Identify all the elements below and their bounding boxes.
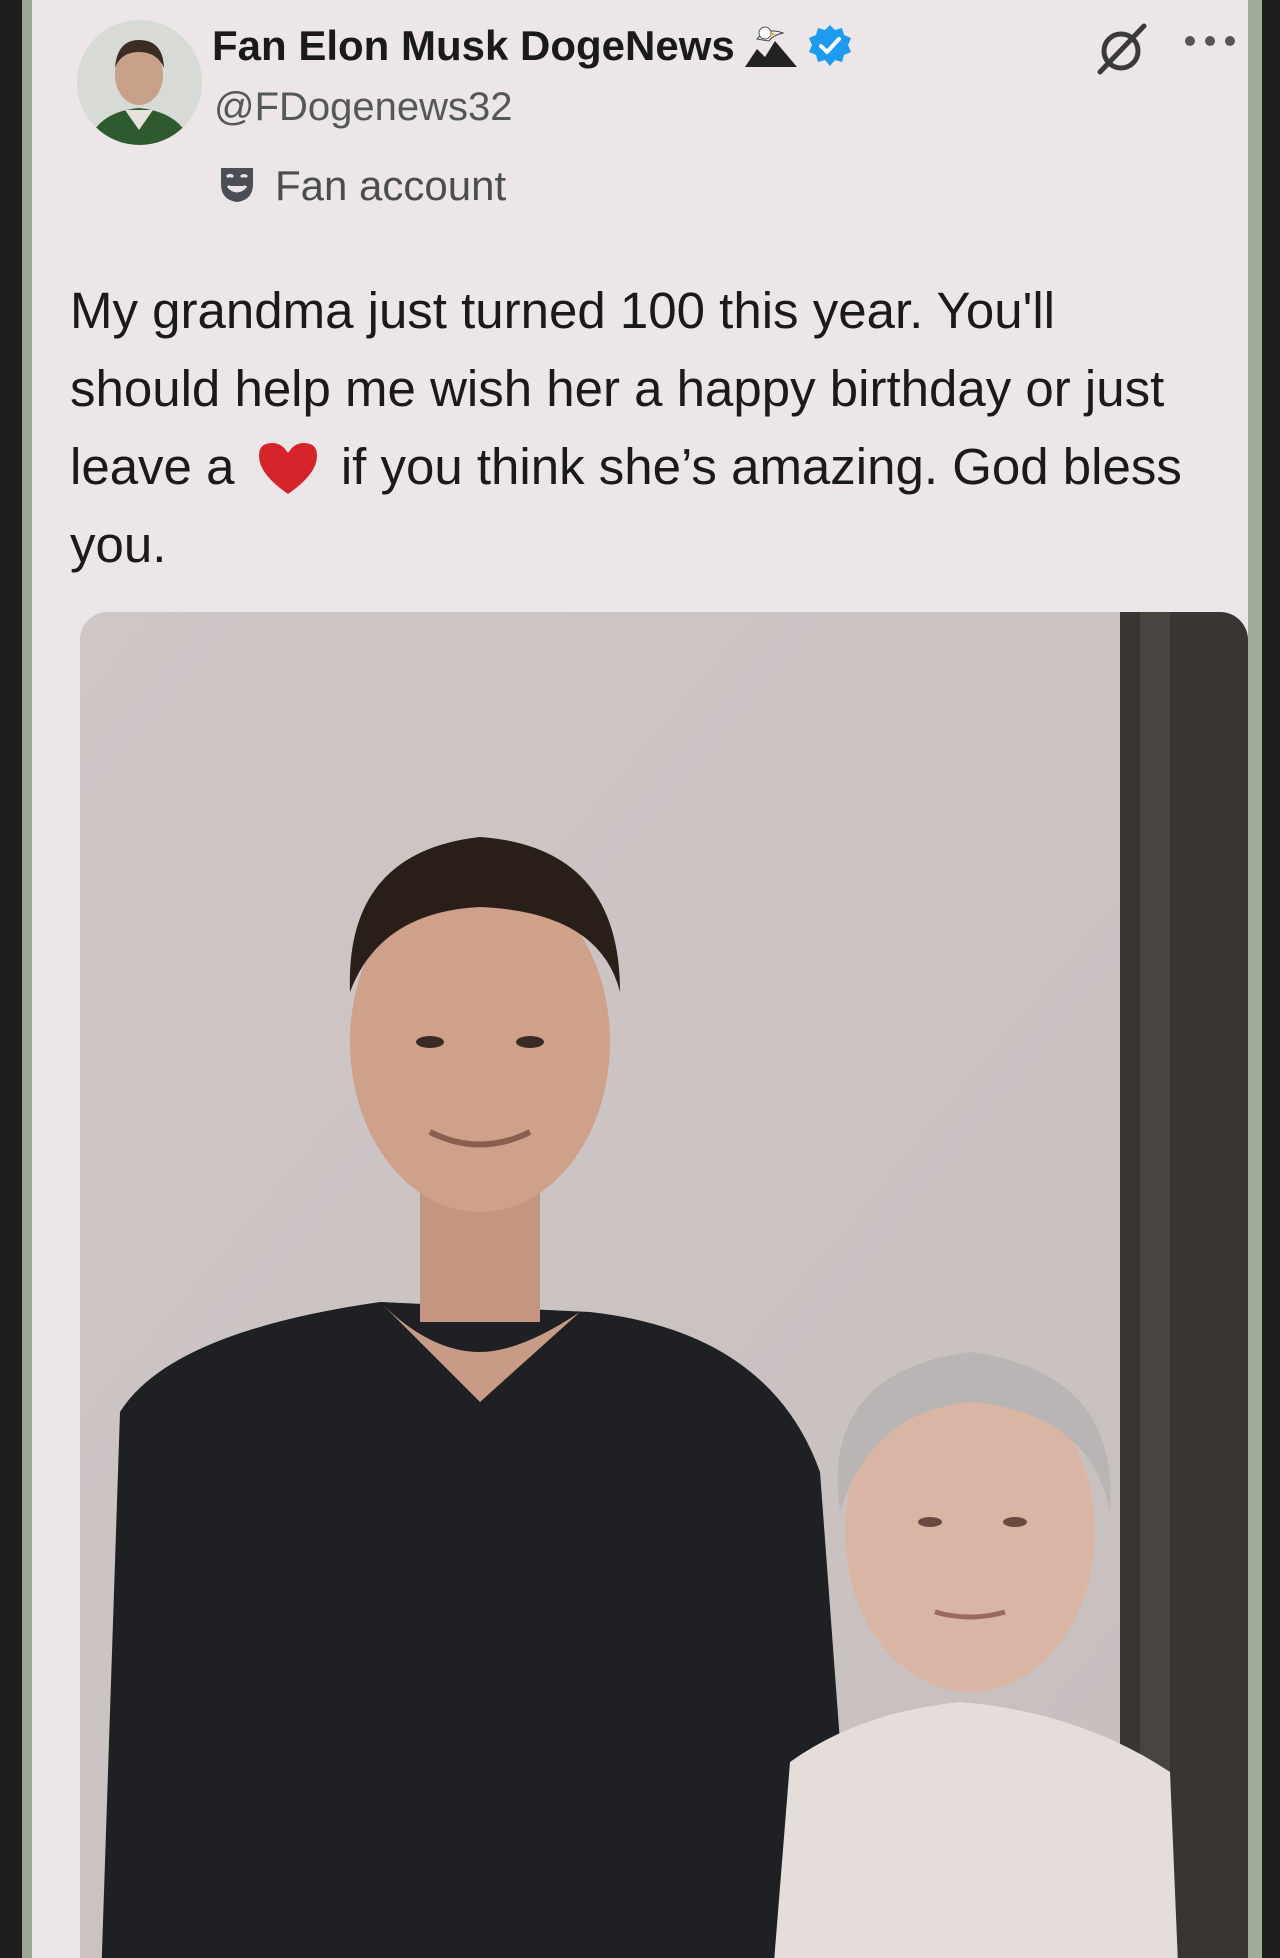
grok-icon[interactable] [1092, 20, 1150, 78]
tweet-text: My grandma just turned 100 this year. Yo… [70, 272, 1210, 584]
display-name[interactable]: Fan Elon Musk DogeNews [212, 22, 735, 70]
tweet-header: Fan Elon Musk DogeNews @FDogenews32 Fan … [32, 0, 1248, 260]
handle[interactable]: @FDogenews32 [214, 85, 513, 130]
tweet-photo[interactable] [80, 612, 1248, 1958]
verified-icon[interactable] [807, 23, 853, 69]
name-row: Fan Elon Musk DogeNews [212, 18, 853, 74]
heart-icon [255, 440, 321, 496]
avatar[interactable] [77, 20, 202, 145]
photo-illustration [80, 612, 1248, 1958]
phone-screen: Fan Elon Musk DogeNews @FDogenews32 Fan … [22, 0, 1262, 1958]
account-label-row: Fan account [217, 162, 506, 210]
more-icon[interactable] [1182, 22, 1242, 62]
account-label: Fan account [275, 162, 507, 209]
theater-mask-icon [217, 164, 257, 209]
eagle-icon [743, 23, 799, 69]
tweet-text-part2: if you think she’s amazing. God bless yo… [70, 438, 1182, 573]
